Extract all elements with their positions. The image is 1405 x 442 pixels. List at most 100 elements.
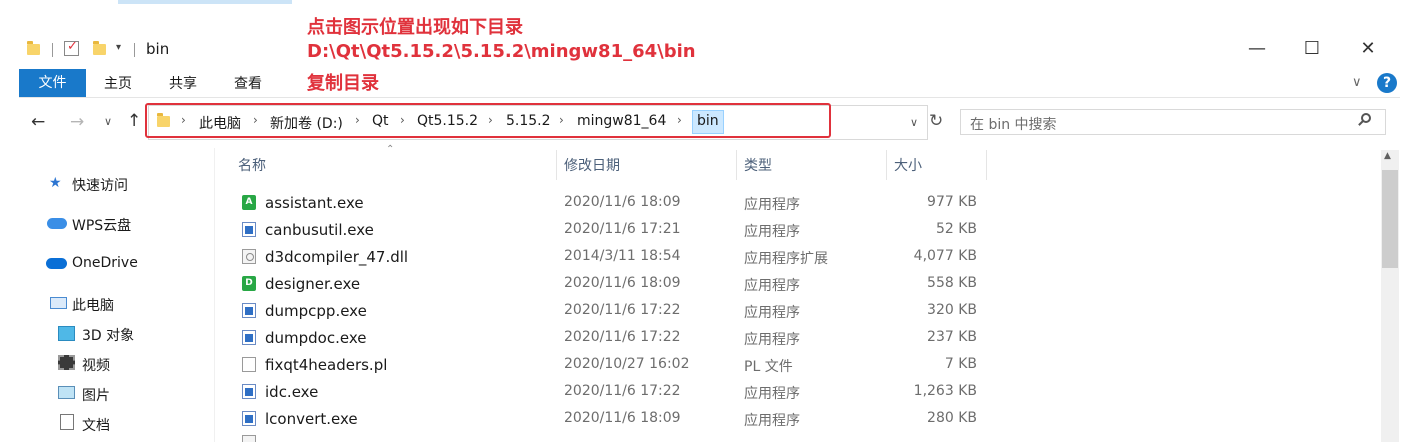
table-row[interactable]: Aassistant.exe 2020/11/6 18:09 应用程序 977 KB <box>232 190 992 215</box>
cloud-icon <box>47 218 67 229</box>
tab-home[interactable]: 主页 <box>104 69 132 97</box>
column-divider[interactable] <box>556 150 557 180</box>
scrollbar-thumb[interactable] <box>1382 170 1398 268</box>
file-size: 320 KB <box>927 302 977 318</box>
file-type: 应用程序 <box>744 386 800 402</box>
column-divider[interactable] <box>886 150 887 180</box>
customize-quick-access-icon[interactable]: ▾ <box>116 42 121 53</box>
file-date: 2020/10/27 16:02 <box>564 356 690 372</box>
column-header-size[interactable]: 大小 <box>894 155 922 175</box>
file-name: canbusutil.exe <box>265 221 374 239</box>
table-row[interactable]: lconvert.exe 2020/11/6 18:09 应用程序 280 KB <box>232 406 992 431</box>
ribbon-collapse-icon[interactable]: ∨ <box>1352 75 1362 90</box>
file-date: 2020/11/6 18:09 <box>564 194 681 210</box>
document-icon <box>60 414 74 430</box>
cut-off-row[interactable] <box>238 435 978 442</box>
cube-icon <box>58 326 75 341</box>
nav-item-wps-cloud[interactable]: WPS云盘 <box>72 215 131 235</box>
refresh-icon[interactable]: ↻ <box>929 111 943 131</box>
file-name: assistant.exe <box>265 194 364 212</box>
file-size: 7 KB <box>944 356 977 372</box>
nav-item-onedrive[interactable]: OneDrive <box>72 255 138 271</box>
window-title: bin <box>146 40 170 58</box>
forward-arrow-icon[interactable]: → <box>70 112 84 132</box>
file-name: idc.exe <box>265 383 319 401</box>
file-date: 2020/11/6 18:09 <box>564 275 681 291</box>
file-name: d3dcompiler_47.dll <box>265 248 409 266</box>
file-size: 977 KB <box>927 194 977 210</box>
column-divider[interactable] <box>986 150 987 180</box>
designer-icon: D <box>242 276 256 291</box>
pane-divider <box>214 148 215 442</box>
column-divider[interactable] <box>736 150 737 180</box>
file-icon <box>242 357 256 372</box>
annotation-line-3: 复制目录 <box>307 73 379 94</box>
file-date: 2020/11/6 17:22 <box>564 329 681 345</box>
up-arrow-icon[interactable]: ↑ <box>127 111 141 131</box>
file-type: 应用程序 <box>744 224 800 240</box>
file-size: 1,263 KB <box>913 383 977 399</box>
dll-icon <box>242 435 256 442</box>
new-folder-icon[interactable] <box>93 41 106 55</box>
exe-icon <box>242 384 256 399</box>
properties-checkmark-icon[interactable]: ✓ <box>64 39 79 56</box>
nav-item-videos[interactable]: 视频 <box>82 355 110 375</box>
star-icon: ★ <box>49 175 62 191</box>
nav-item-pictures[interactable]: 图片 <box>82 385 110 405</box>
picture-icon <box>58 386 75 399</box>
file-size: 280 KB <box>927 410 977 426</box>
column-header-date[interactable]: 修改日期 <box>564 155 620 175</box>
column-header-name[interactable]: 名称 <box>238 155 266 175</box>
nav-item-3d-objects[interactable]: 3D 对象 <box>82 325 134 345</box>
help-icon[interactable]: ? <box>1377 73 1397 93</box>
video-icon <box>58 355 75 370</box>
exe-icon <box>242 330 256 345</box>
table-row[interactable]: d3dcompiler_47.dll 2014/3/11 18:54 应用程序扩展 4… <box>232 244 992 269</box>
tab-file[interactable]: 文件 <box>19 69 86 97</box>
ribbon-divider <box>19 97 1400 98</box>
file-name: dumpdoc.exe <box>265 329 367 347</box>
table-row[interactable]: idc.exe 2020/11/6 17:22 应用程序 1,263 KB <box>232 379 992 404</box>
title-separator <box>134 43 135 57</box>
exe-icon <box>242 222 256 237</box>
exe-icon <box>242 303 256 318</box>
folder-icon <box>27 41 40 55</box>
column-header-type[interactable]: 类型 <box>744 155 772 175</box>
file-type: 应用程序 <box>744 305 800 321</box>
quick-access-separator <box>52 43 53 57</box>
maximize-button[interactable]: ☐ <box>1289 38 1335 59</box>
file-name: designer.exe <box>265 275 361 293</box>
file-size: 237 KB <box>927 329 977 345</box>
table-row[interactable]: canbusutil.exe 2020/11/6 17:21 应用程序 52 KB <box>232 217 992 242</box>
back-arrow-icon[interactable]: ← <box>31 112 45 132</box>
address-dropdown-icon[interactable]: ∨ <box>910 116 918 129</box>
nav-item-documents[interactable]: 文档 <box>82 415 110 435</box>
table-row[interactable]: dumpdoc.exe 2020/11/6 17:22 应用程序 237 KB <box>232 325 992 350</box>
tab-share[interactable]: 共享 <box>169 69 197 97</box>
exe-icon <box>242 411 256 426</box>
search-placeholder: 在 bin 中搜索 <box>970 117 1057 133</box>
file-date: 2014/3/11 18:54 <box>564 248 681 264</box>
file-size: 4,077 KB <box>913 248 977 264</box>
table-row[interactable]: dumpcpp.exe 2020/11/6 17:22 应用程序 320 KB <box>232 298 992 323</box>
top-selection-strip <box>118 0 292 4</box>
file-name: fixqt4headers.pl <box>265 356 388 374</box>
file-type: PL 文件 <box>744 359 793 375</box>
nav-item-this-pc[interactable]: 此电脑 <box>72 295 114 315</box>
table-row[interactable]: Ddesigner.exe 2020/11/6 18:09 应用程序 558 KB <box>232 271 992 296</box>
recent-locations-chevron-icon[interactable]: ∨ <box>104 115 112 128</box>
tab-view[interactable]: 查看 <box>234 69 262 97</box>
file-type: 应用程序 <box>744 278 800 294</box>
file-name: lconvert.exe <box>265 410 358 428</box>
file-type: 应用程序 <box>744 332 800 348</box>
table-row[interactable]: fixqt4headers.pl 2020/10/27 16:02 PL 文件 7 K… <box>232 352 992 377</box>
file-date: 2020/11/6 18:09 <box>564 410 681 426</box>
onedrive-icon <box>46 258 67 269</box>
close-button[interactable]: ✕ <box>1345 38 1391 59</box>
nav-item-quick-access[interactable]: 快速访问 <box>72 175 128 195</box>
computer-icon <box>50 297 67 309</box>
search-icon[interactable] <box>1358 113 1371 126</box>
minimize-button[interactable]: — <box>1234 38 1280 59</box>
scroll-up-icon[interactable]: ▲ <box>1384 151 1391 161</box>
annotation-highlight-box <box>145 103 831 138</box>
